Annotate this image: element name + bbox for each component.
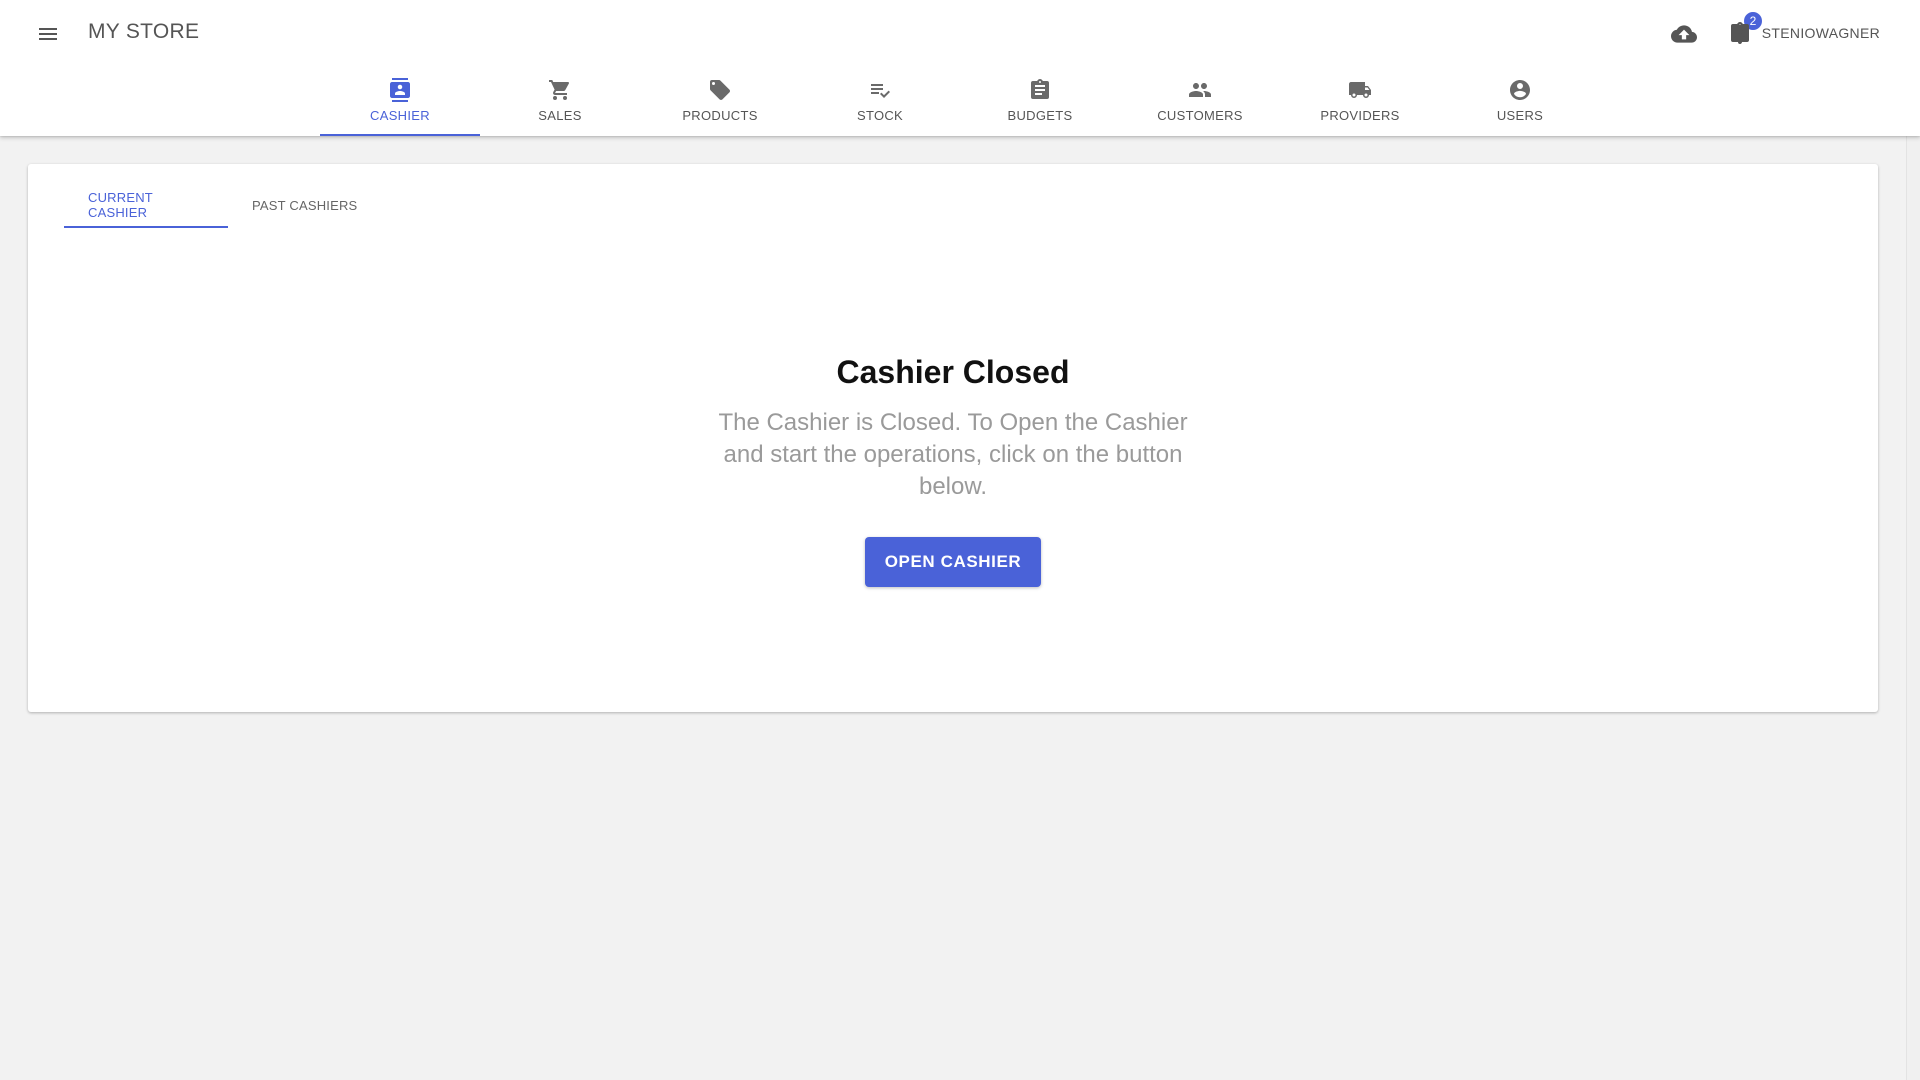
nav-tab-label: CUSTOMERS bbox=[1157, 107, 1243, 123]
checklist-icon bbox=[871, 83, 890, 98]
tag-icon bbox=[710, 79, 730, 100]
menu-button[interactable] bbox=[30, 16, 66, 52]
truck-icon bbox=[1349, 81, 1371, 98]
nav-tab-label: SALES bbox=[538, 107, 582, 123]
tab-current-cashier[interactable]: CURRENT CASHIER bbox=[64, 182, 228, 228]
cashier-subtabs: CURRENT CASHIER PAST CASHIERS bbox=[64, 182, 381, 228]
people-icon bbox=[1189, 82, 1211, 97]
app-title: MY STORE bbox=[88, 20, 200, 43]
nav-tab-sales[interactable]: SALES bbox=[480, 64, 640, 136]
empty-state-title: Cashier Closed bbox=[836, 354, 1070, 390]
hamburger-menu-icon bbox=[39, 28, 57, 40]
cashier-closed-panel: Cashier Closed The Cashier is Closed. To… bbox=[28, 354, 1878, 587]
user-name: STENIOWAGNER bbox=[1761, 25, 1880, 41]
nav-tab-cashier[interactable]: CASHIER bbox=[320, 64, 480, 136]
cloud-upload-icon bbox=[1671, 25, 1697, 43]
page-scrollbar[interactable] bbox=[1906, 136, 1920, 1080]
main-navigation: CASHIER SALES PRODUCTS STOCK BUDGETS CUS… bbox=[320, 64, 1600, 136]
cashier-card: CURRENT CASHIER PAST CASHIERS Cashier Cl… bbox=[28, 164, 1878, 712]
nav-tab-label: PRODUCTS bbox=[682, 107, 758, 123]
user-menu-button[interactable]: STENIOWAGNER bbox=[1728, 18, 1880, 48]
nav-tab-customers[interactable]: CUSTOMERS bbox=[1120, 64, 1280, 136]
nav-tab-providers[interactable]: PROVIDERS bbox=[1280, 64, 1440, 136]
empty-state-message: The Cashier is Closed. To Open the Cashi… bbox=[718, 409, 1188, 500]
nav-tab-users[interactable]: USERS bbox=[1440, 64, 1600, 136]
cloud-upload-button[interactable] bbox=[1666, 16, 1702, 52]
nav-tab-budgets[interactable]: BUDGETS bbox=[960, 64, 1120, 136]
nav-tab-label: STOCK bbox=[856, 107, 904, 123]
tab-past-cashiers[interactable]: PAST CASHIERS bbox=[228, 182, 381, 228]
cashier-icon bbox=[390, 77, 410, 102]
clipboard-icon bbox=[1031, 78, 1049, 99]
nav-tab-products[interactable]: PRODUCTS bbox=[640, 64, 800, 136]
nav-tab-label: USERS bbox=[1496, 107, 1544, 123]
nav-tab-label: PROVIDERS bbox=[1320, 107, 1400, 123]
account-circle-icon bbox=[1510, 79, 1530, 100]
cart-icon bbox=[549, 79, 570, 100]
nav-tab-label: CASHIER bbox=[370, 107, 430, 123]
nav-tab-label: BUDGETS bbox=[1007, 107, 1073, 123]
nav-tab-stock[interactable]: STOCK bbox=[800, 64, 960, 136]
account-box-icon bbox=[1730, 22, 1749, 42]
top-toolbar: MY STORE 2 STENIOWAGNER bbox=[0, 0, 1920, 64]
app-bar: MY STORE 2 STENIOWAGNER CASHIER SALES PR… bbox=[0, 0, 1920, 136]
open-cashier-button[interactable]: OPEN CASHIER bbox=[864, 537, 1042, 587]
